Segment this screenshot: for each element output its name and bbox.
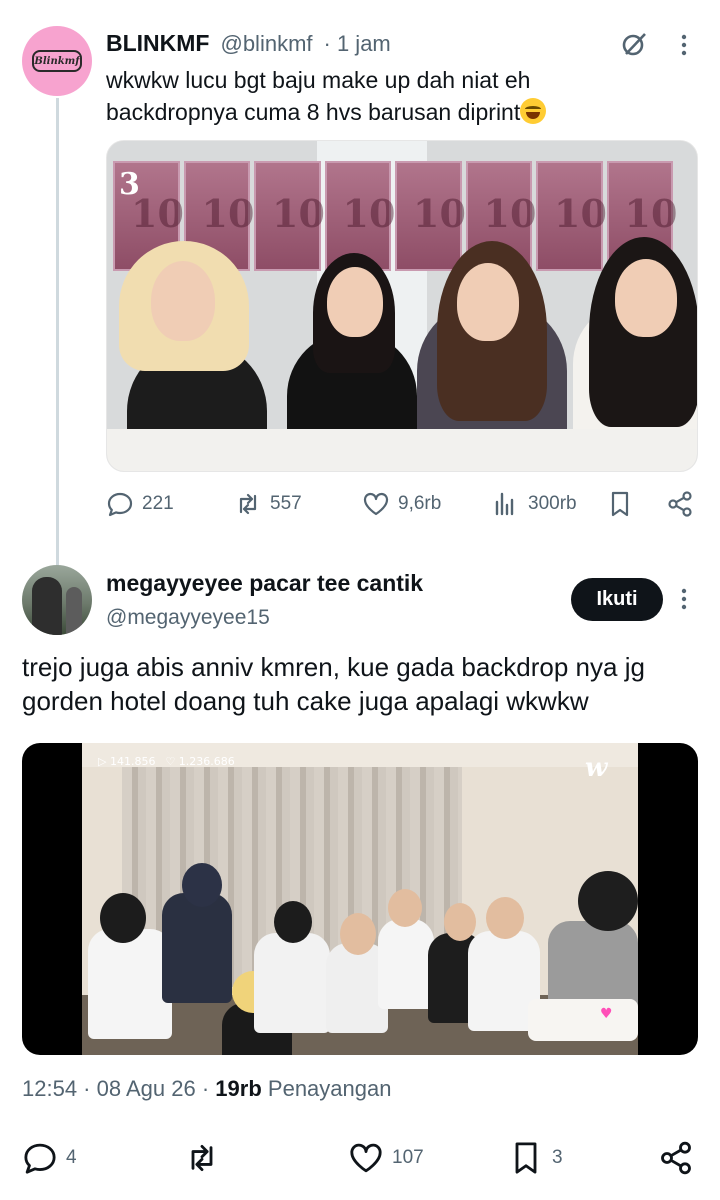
avatar-figure <box>32 577 62 635</box>
tweet-actions: 221 557 9,6rb 300rb <box>106 490 696 526</box>
views-label: Penayangan <box>267 1076 392 1101</box>
reply-icon <box>107 492 133 517</box>
follow-button[interactable]: Ikuti <box>571 578 663 621</box>
bookmark-icon <box>515 1142 537 1174</box>
more-options-icon[interactable] <box>676 586 692 612</box>
live-likes: ♡ 1.236.686 <box>165 755 235 768</box>
username[interactable]: @megayyeyee15 <box>106 606 270 630</box>
post-time: 12:54 <box>22 1076 78 1101</box>
avatar[interactable]: Blinkmf <box>22 26 92 96</box>
share-icon <box>668 491 692 517</box>
share-button[interactable] <box>666 490 694 518</box>
media-watermark: 3 <box>119 167 140 202</box>
reply-count: 4 <box>66 1147 77 1168</box>
tweet-text: wkwkw lucu bgt baju make up dah niat eh … <box>106 64 666 128</box>
heart-sticker-icon: ♥ <box>600 1006 613 1022</box>
person-face <box>327 267 383 337</box>
post-time[interactable]: · 1 jam <box>324 31 391 56</box>
more-options-icon[interactable] <box>676 32 692 58</box>
grok-icon[interactable] <box>620 30 648 58</box>
reply-icon <box>24 1143 56 1174</box>
bookmark-button[interactable]: 3 <box>508 1140 563 1176</box>
person-face <box>457 263 519 341</box>
post-timestamp[interactable]: 12:54 · 08 Agu 26 · 19rb Penayangan <box>22 1076 391 1102</box>
live-stats-overlay: ▷ 141.856 ♡ 1.236.686 <box>98 755 235 768</box>
tweet-text: trejo juga abis anniv kmren, kue gada ba… <box>22 652 645 716</box>
share-button[interactable] <box>658 1140 694 1176</box>
tweet-photo[interactable]: 3 <box>106 140 698 472</box>
reply-button[interactable]: 221 <box>106 490 174 518</box>
heart-icon <box>350 1143 382 1173</box>
thread-connector-line <box>56 98 59 566</box>
post-date: 08 Agu 26 <box>96 1076 196 1101</box>
avatar[interactable] <box>22 565 92 635</box>
repost-icon <box>239 493 257 515</box>
avatar-logo: Blinkmf <box>32 50 82 72</box>
person-face <box>151 261 215 341</box>
view-count: 19rb <box>215 1076 262 1101</box>
display-name[interactable]: megayyeyee pacar tee cantik <box>106 570 423 597</box>
like-count: 9,6rb <box>398 493 442 514</box>
repost-button[interactable]: 557 <box>234 490 302 518</box>
username[interactable]: @blinkmf <box>220 31 312 56</box>
bookmark-icon <box>611 491 629 517</box>
reply-count: 221 <box>142 493 174 514</box>
table <box>107 429 697 471</box>
bookmark-button[interactable] <box>606 490 634 518</box>
photo-scene: ▷ 141.856 ♡ 1.236.686 w ♥ <box>82 743 638 1055</box>
repost-button[interactable] <box>184 1140 228 1176</box>
like-count: 107 <box>392 1147 424 1168</box>
repost-icon <box>191 1145 213 1171</box>
like-button[interactable]: 107 <box>348 1140 424 1176</box>
tweet-header: BLINKMF @blinkmf · 1 jam <box>106 30 391 57</box>
share-icon <box>661 1141 691 1175</box>
rolling-laughing-emoji-icon <box>520 98 547 124</box>
reply-button[interactable]: 4 <box>22 1140 77 1176</box>
views-button[interactable]: 300rb <box>492 490 577 518</box>
tweet-photo[interactable]: ▷ 141.856 ♡ 1.236.686 w ♥ <box>22 743 698 1055</box>
person-face <box>615 259 677 337</box>
tweet-text-content: wkwkw lucu bgt baju make up dah niat eh … <box>106 67 531 125</box>
like-button[interactable]: 9,6rb <box>362 490 441 518</box>
analytics-icon <box>495 492 514 516</box>
display-name[interactable]: BLINKMF <box>106 30 209 56</box>
avatar-figure <box>66 587 82 635</box>
bookmark-count: 3 <box>552 1147 563 1168</box>
media-watermark: w <box>585 753 608 783</box>
repost-count: 557 <box>270 493 302 514</box>
live-views: ▷ 141.856 <box>98 755 156 768</box>
tweet-actions: 4 107 3 <box>22 1140 698 1180</box>
view-count: 300rb <box>528 493 577 514</box>
heart-icon <box>363 492 389 516</box>
